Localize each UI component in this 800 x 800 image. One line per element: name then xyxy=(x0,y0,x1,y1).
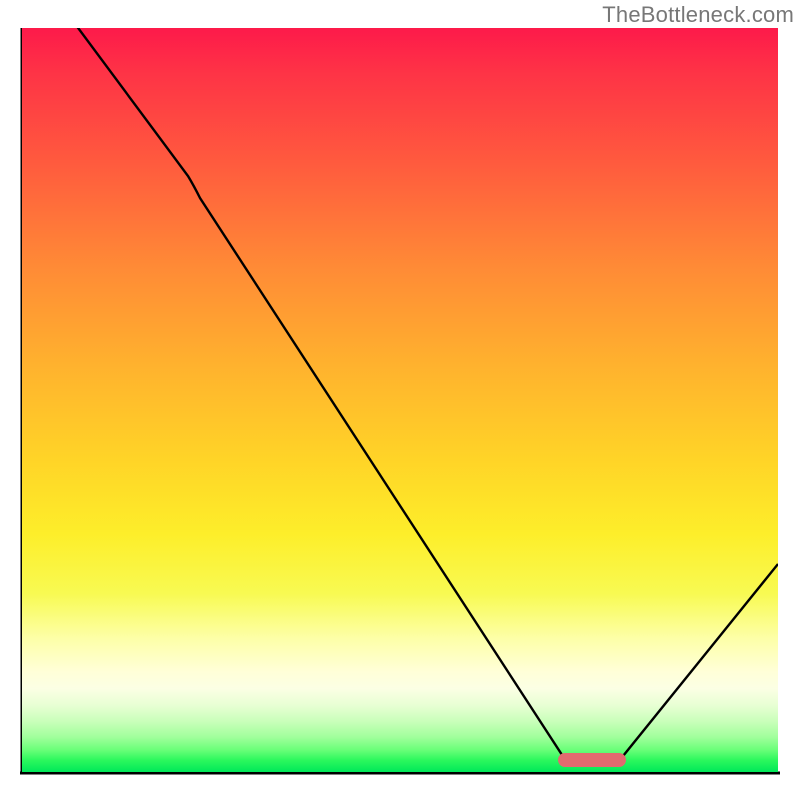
plot-area xyxy=(22,28,778,772)
optimal-marker xyxy=(558,753,626,767)
curve-layer xyxy=(22,28,778,772)
bottleneck-curve xyxy=(67,28,778,761)
